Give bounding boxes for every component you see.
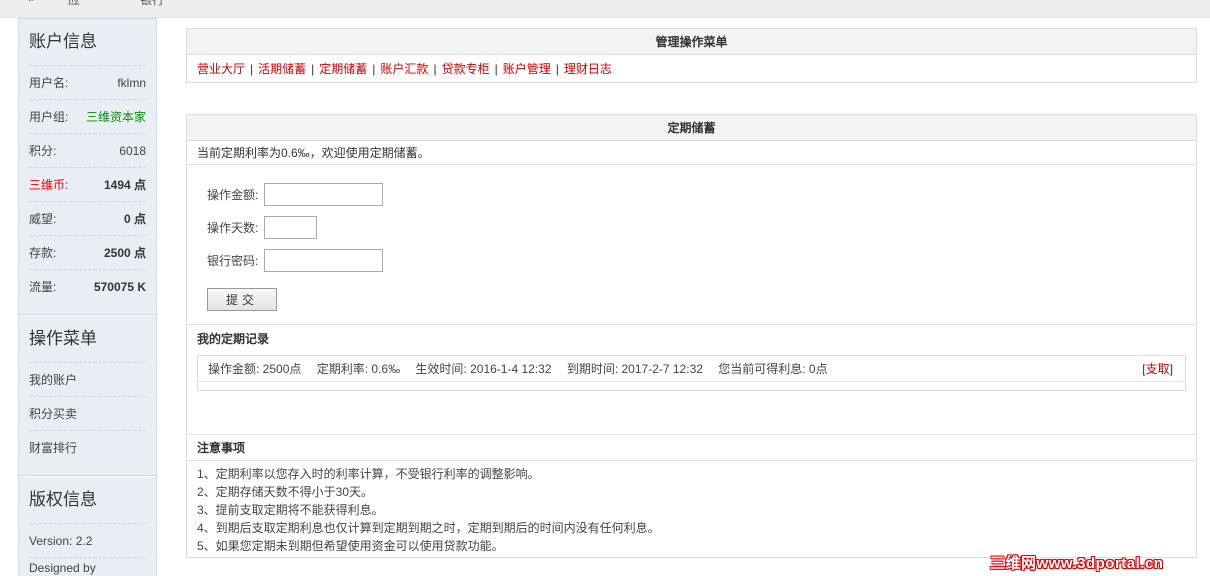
notes-list: 1、定期利率以您存入时的利率计算，不受银行利率的调整影响。 2、定期存储天数不得…	[187, 461, 1196, 555]
site-watermark: 三维网www.3dportal.cn	[990, 555, 1164, 572]
record-end-time: 到期时间: 2017-2-7 12:32	[566, 362, 703, 376]
account-row-usergroup: 用户组: 三维资本家	[29, 99, 146, 133]
row-value: 0 点	[123, 212, 146, 226]
operation-menu-heading: 管理操作菜单	[187, 29, 1196, 55]
separator: |	[555, 62, 559, 76]
list-item: 2、定期存储天数不得小于30天。	[197, 485, 374, 499]
account-row-prestige: 威望: 0 点	[29, 201, 146, 235]
operation-menu-panel: 管理操作菜单 营业大厅 | 活期储蓄 | 定期储蓄 | 账户汇款 | 贷款专柜 | 账户管理 | 理财日…	[186, 28, 1197, 83]
row-key: 用户组:	[29, 110, 69, 124]
separator: |	[433, 62, 437, 76]
account-row-username: 用户名: fklmn	[29, 65, 146, 99]
notes-title: 注意事项	[187, 435, 1196, 461]
account-row-deposit: 存款: 2500 点	[29, 235, 146, 269]
submit-button[interactable]: 提交	[207, 288, 277, 311]
menu-link-finance-log[interactable]: 理财日志	[564, 62, 612, 76]
record-action: [支取]	[1142, 356, 1173, 381]
row-key: 存款:	[29, 246, 57, 260]
menu-link-loans[interactable]: 贷款专柜	[442, 62, 490, 76]
account-row-traffic: 流量: 570075 K	[29, 269, 146, 303]
fixed-deposit-panel: 定期储蓄 当前定期利率为0.6‰，欢迎使用定期储蓄。 操作金额: 操作天数: 银…	[186, 114, 1197, 558]
row-key: 威望:	[29, 212, 57, 226]
divider	[19, 464, 156, 476]
copyright-title: 版权信息	[29, 490, 97, 509]
deposit-form: 操作金额: 操作天数: 银行密码: 提交	[187, 165, 1196, 325]
breadcrumb-current: 银行	[140, 0, 165, 7]
record-amount: 操作金额: 2500点	[208, 362, 302, 376]
row-value: 1494 点	[103, 178, 146, 192]
amount-label: 操作金额:	[207, 188, 259, 202]
menu-link-remittance[interactable]: 账户汇款	[380, 62, 428, 76]
table-row: 操作金额: 2500点 定期利率: 0.6‰ 生效时间: 2016-1-4 12…	[198, 356, 1185, 382]
row-value: 570075 K	[93, 279, 146, 294]
account-row-coins: 三维币: 1494 点	[29, 167, 146, 201]
list-item: 3、提前支取定期将不能获得利息。	[197, 503, 384, 517]
row-key: 三维币:	[29, 178, 69, 192]
row-value: 三维资本家	[85, 110, 146, 124]
separator: |	[311, 62, 315, 76]
amount-input[interactable]	[264, 183, 383, 206]
version-text: Version: 2.2	[29, 523, 146, 557]
menu-link-fixed-deposit[interactable]: 定期储蓄	[319, 62, 367, 76]
sidebar-item-label: 积分买卖	[29, 407, 78, 421]
list-item: 4、到期后支取定期利息也仅计算到定期到期之时，定期到期后的时间内没有任何利息。	[197, 521, 660, 535]
records-title: 我的定期记录	[197, 332, 270, 346]
sidebar-item-label: 我的账户	[29, 373, 78, 387]
list-item: 1、定期利率以您存入时的利率计算，不受银行利率的调整影响。	[197, 467, 540, 481]
amount-row: 操作金额:	[207, 178, 1196, 211]
sidebar-item-wealth-ranking[interactable]: 财富排行	[29, 430, 146, 464]
version-label: Version: 2.2	[29, 533, 93, 548]
breadcrumb-arrow: »	[28, 0, 35, 5]
menu-link-lobby[interactable]: 营业大厅	[197, 62, 245, 76]
separator: |	[372, 62, 376, 76]
sidebar-item-points-trade[interactable]: 积分买卖	[29, 396, 146, 430]
password-label: 银行密码:	[207, 254, 259, 268]
designer-label: Designed by Wz200...	[29, 560, 96, 576]
row-key: 积分:	[29, 144, 57, 158]
operation-menu-title: 操作菜单	[29, 329, 97, 348]
sidebar: 账户信息 用户名: fklmn 用户组: 三维资本家 积分: 6018 三维币:…	[18, 18, 157, 576]
row-key: 流量:	[29, 280, 57, 294]
spacer	[187, 391, 1196, 435]
menu-link-account-management[interactable]: 账户管理	[503, 62, 551, 76]
record-rate: 定期利率: 0.6‰	[316, 362, 401, 376]
rate-notice: 当前定期利率为0.6‰，欢迎使用定期储蓄。	[187, 141, 1196, 165]
breadcrumb-item[interactable]: 应	[68, 0, 80, 8]
fixed-deposit-heading: 定期储蓄	[187, 115, 1196, 141]
records-table: 操作金额: 2500点 定期利率: 0.6‰ 生效时间: 2016-1-4 12…	[197, 355, 1186, 391]
record-interest: 您当前可得利息: 0点	[718, 362, 828, 376]
withdraw-link[interactable]: 支取	[1146, 362, 1170, 376]
separator: |	[250, 62, 254, 76]
row-value: 6018	[119, 143, 146, 158]
bracket: ]	[1169, 362, 1173, 376]
designer-text: Designed by Wz200...	[29, 557, 146, 576]
operation-menu-links: 营业大厅 | 活期储蓄 | 定期储蓄 | 账户汇款 | 贷款专柜 | 账户管理 | 理财日志	[187, 55, 1196, 82]
top-bar: » 应 银行	[0, 0, 1210, 18]
account-row-points: 积分: 6018	[29, 133, 146, 167]
row-key: 用户名:	[29, 76, 69, 90]
divider	[19, 303, 156, 315]
record-details: 操作金额: 2500点 定期利率: 0.6‰ 生效时间: 2016-1-4 12…	[208, 356, 840, 381]
row-value: fklmn	[117, 75, 146, 90]
bank-password-input[interactable]	[264, 249, 383, 272]
days-input[interactable]	[264, 216, 317, 239]
menu-link-current-deposit[interactable]: 活期储蓄	[258, 62, 306, 76]
sidebar-item-label: 财富排行	[29, 441, 78, 455]
record-start-time: 生效时间: 2016-1-4 12:32	[415, 362, 552, 376]
account-info-title: 账户信息	[29, 32, 97, 51]
password-row: 银行密码:	[207, 244, 1196, 277]
separator: |	[494, 62, 498, 76]
sidebar-item-my-account[interactable]: 我的账户	[29, 362, 146, 396]
row-value: 2500 点	[103, 246, 146, 260]
days-row: 操作天数:	[207, 211, 1196, 244]
days-label: 操作天数:	[207, 221, 259, 235]
